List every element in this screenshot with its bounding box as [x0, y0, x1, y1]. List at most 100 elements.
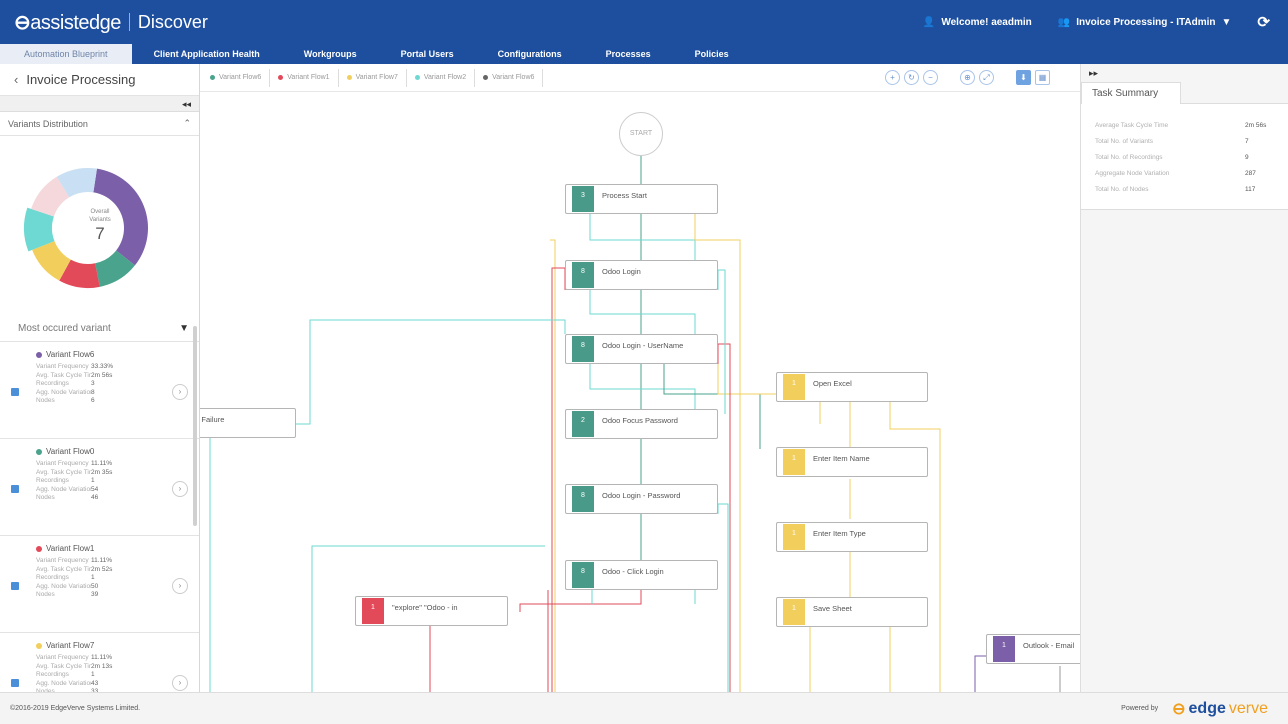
variant-color-dot [36, 351, 42, 358]
variant-checkbox[interactable] [11, 388, 19, 396]
brand[interactable]: ⊖assistedge Discover [14, 10, 208, 35]
summary-label: Aggregate Node Variation [1095, 170, 1170, 177]
nav-policies[interactable]: Policies [673, 44, 751, 64]
welcome-text: Welcome! aeadmin [941, 16, 1032, 28]
variant-agg-node: 50 [91, 582, 99, 590]
variant-color-dot [36, 448, 42, 455]
variants-distribution-header[interactable]: Variants Distribution ⌃ [0, 112, 199, 136]
stat-label: Avg. Task Cycle Time [36, 662, 91, 670]
start-node[interactable]: START [619, 112, 663, 156]
variant-tab-label: Variant Flow2 [423, 74, 467, 81]
variant-card[interactable]: Variant Flow7 Variant Frequency 11.11% Av… [0, 633, 199, 692]
variant-expand-button[interactable]: › [172, 675, 188, 691]
nav-portal-users[interactable]: Portal Users [379, 44, 476, 64]
footer: ©2016-2019 EdgeVerve Systems Limited. Po… [0, 692, 1288, 724]
process-selector[interactable]: 👥 Invoice Processing - ITAdmin ▼ [1058, 17, 1232, 28]
chevron-up-icon[interactable]: ⌃ [183, 118, 191, 129]
summary-value: 117 [1245, 186, 1256, 193]
nav-automation-blueprint[interactable]: Automation Blueprint [0, 44, 132, 64]
node-label: Enter Item Type [813, 529, 866, 538]
reset-zoom-icon[interactable]: ↻ [904, 70, 919, 85]
zoom-in-icon[interactable]: + [885, 70, 900, 85]
flow-node-explore-odoo[interactable]: 1 "explore" "Odoo - in [355, 596, 508, 626]
copyright-text: ©2016-2019 EdgeVerve Systems Limited. [10, 705, 141, 712]
flow-node-odoo-focus-password[interactable]: 2 Odoo Focus Password [565, 409, 718, 439]
nav-processes[interactable]: Processes [584, 44, 673, 64]
node-label: Odoo Login - UserName [602, 341, 684, 350]
variant-checkbox[interactable] [11, 679, 19, 687]
node-label: Odoo Focus Password [602, 416, 678, 425]
variant-tab[interactable]: Variant Flow2 [407, 68, 476, 87]
variant-tab[interactable]: Variant Flow1 [270, 68, 339, 87]
variant-card[interactable]: Variant Flow1 Variant Frequency 11.11% Av… [0, 536, 199, 633]
task-summary: Average Task Cycle Time 2m 56s Total No. … [1081, 104, 1288, 210]
expand-icon[interactable]: ⤢ [979, 70, 994, 85]
fit-screen-icon[interactable]: ⊕ [960, 70, 975, 85]
variant-expand-button[interactable]: › [172, 578, 188, 594]
left-panel: ‹ Invoice Processing ◂◂ Variants Distrib… [0, 64, 200, 692]
collapse-panel-button[interactable]: ◂◂ [0, 96, 199, 112]
tab-dot [210, 75, 215, 80]
node-badge: 1 [362, 598, 384, 624]
flow-node-outlook-email[interactable]: 1 Outlook - Email [986, 634, 1080, 664]
flow-canvas[interactable]: Variant Flow6 Variant Flow1 Variant Flow… [200, 64, 1080, 692]
flow-node-enter-item-type[interactable]: 1 Enter Item Type [776, 522, 928, 552]
stat-label: Nodes [36, 591, 55, 598]
node-label: Odoo - Click Login [602, 567, 664, 576]
variant-tab[interactable]: Variant Flow6 [475, 68, 544, 87]
collapse-right-panel-button[interactable]: ▸▸ [1081, 64, 1288, 82]
nav-configurations[interactable]: Configurations [476, 44, 584, 64]
variant-expand-button[interactable]: › [172, 384, 188, 400]
zoom-out-icon[interactable]: − [923, 70, 938, 85]
variant-color-dot [36, 642, 42, 649]
filter-icon[interactable]: ▼ [179, 323, 189, 334]
logout-button[interactable]: ⟳ [1257, 13, 1270, 31]
variant-tab[interactable]: Variant Flow7 [339, 68, 407, 87]
flow-node-enter-item-name[interactable]: 1 Enter Item Name [776, 447, 928, 477]
tab-task-summary[interactable]: Task Summary [1081, 82, 1181, 104]
flow-node-odoo-login[interactable]: 8 Odoo Login [565, 260, 718, 290]
overall-variants-count: 7 [95, 224, 105, 243]
nav-workgroups[interactable]: Workgroups [282, 44, 379, 64]
back-chevron-icon[interactable]: ‹ [14, 72, 18, 87]
variant-card[interactable]: Variant Flow6 Variant Frequency 33.33% Av… [0, 342, 199, 439]
nav-client-application-health[interactable]: Client Application Health [132, 44, 282, 64]
variant-recordings: 3 [91, 380, 95, 387]
stat-label: Nodes [36, 494, 55, 501]
flow-node-login-failure[interactable]: Login Failure [200, 408, 296, 438]
variant-checkbox[interactable] [11, 582, 19, 590]
flow-node-save-sheet[interactable]: 1 Save Sheet [776, 597, 928, 627]
user-menu[interactable]: 👤 Welcome! aeadmin [923, 17, 1032, 28]
flow-node-odoo-click-login[interactable]: 8 Odoo - Click Login [565, 560, 718, 590]
variant-checkbox[interactable] [11, 485, 19, 493]
variant-agg-node: 43 [91, 679, 99, 687]
variant-card[interactable]: Variant Flow0 Variant Frequency 11.11% Av… [0, 439, 199, 536]
flow-node-odoo-login-username[interactable]: 8 Odoo Login - UserName [565, 334, 718, 364]
node-label: Odoo Login - Password [602, 491, 681, 500]
variant-list-scrollbar[interactable] [193, 326, 197, 526]
flow-node-open-excel[interactable]: 1 Open Excel [776, 372, 928, 402]
stat-label: Agg. Node Variation [36, 582, 91, 590]
variant-agg-node: 54 [91, 485, 99, 493]
variant-avg-time: 2m 56s [91, 371, 113, 379]
variant-recordings: 1 [91, 574, 95, 581]
download-icon[interactable]: ⬇ [1016, 70, 1031, 85]
summary-value: 2m 56s [1245, 122, 1267, 129]
flow-node-odoo-login-password[interactable]: 8 Odoo Login - Password [565, 484, 718, 514]
variant-list: Variant Flow6 Variant Frequency 33.33% Av… [0, 342, 199, 692]
variant-tab[interactable]: Variant Flow6 [202, 68, 271, 87]
tab-dot [483, 75, 489, 80]
summary-label: Total No. of Variants [1095, 138, 1154, 145]
variant-expand-button[interactable]: › [172, 481, 188, 497]
layout-icon[interactable]: ▦ [1035, 70, 1050, 85]
process-title: Invoice Processing [26, 72, 136, 87]
summary-label: Total No. of Recordings [1095, 154, 1163, 161]
variants-distribution-title: Variants Distribution [8, 118, 88, 129]
flow-node-process-start[interactable]: 3 Process Start [565, 184, 718, 214]
stat-label: Recordings [36, 671, 69, 678]
node-badge: 2 [572, 411, 594, 437]
tab-dot [346, 75, 352, 80]
node-badge: 1 [783, 374, 805, 400]
node-label: Odoo Login [602, 267, 641, 276]
stat-label: Avg. Task Cycle Time [36, 371, 91, 379]
